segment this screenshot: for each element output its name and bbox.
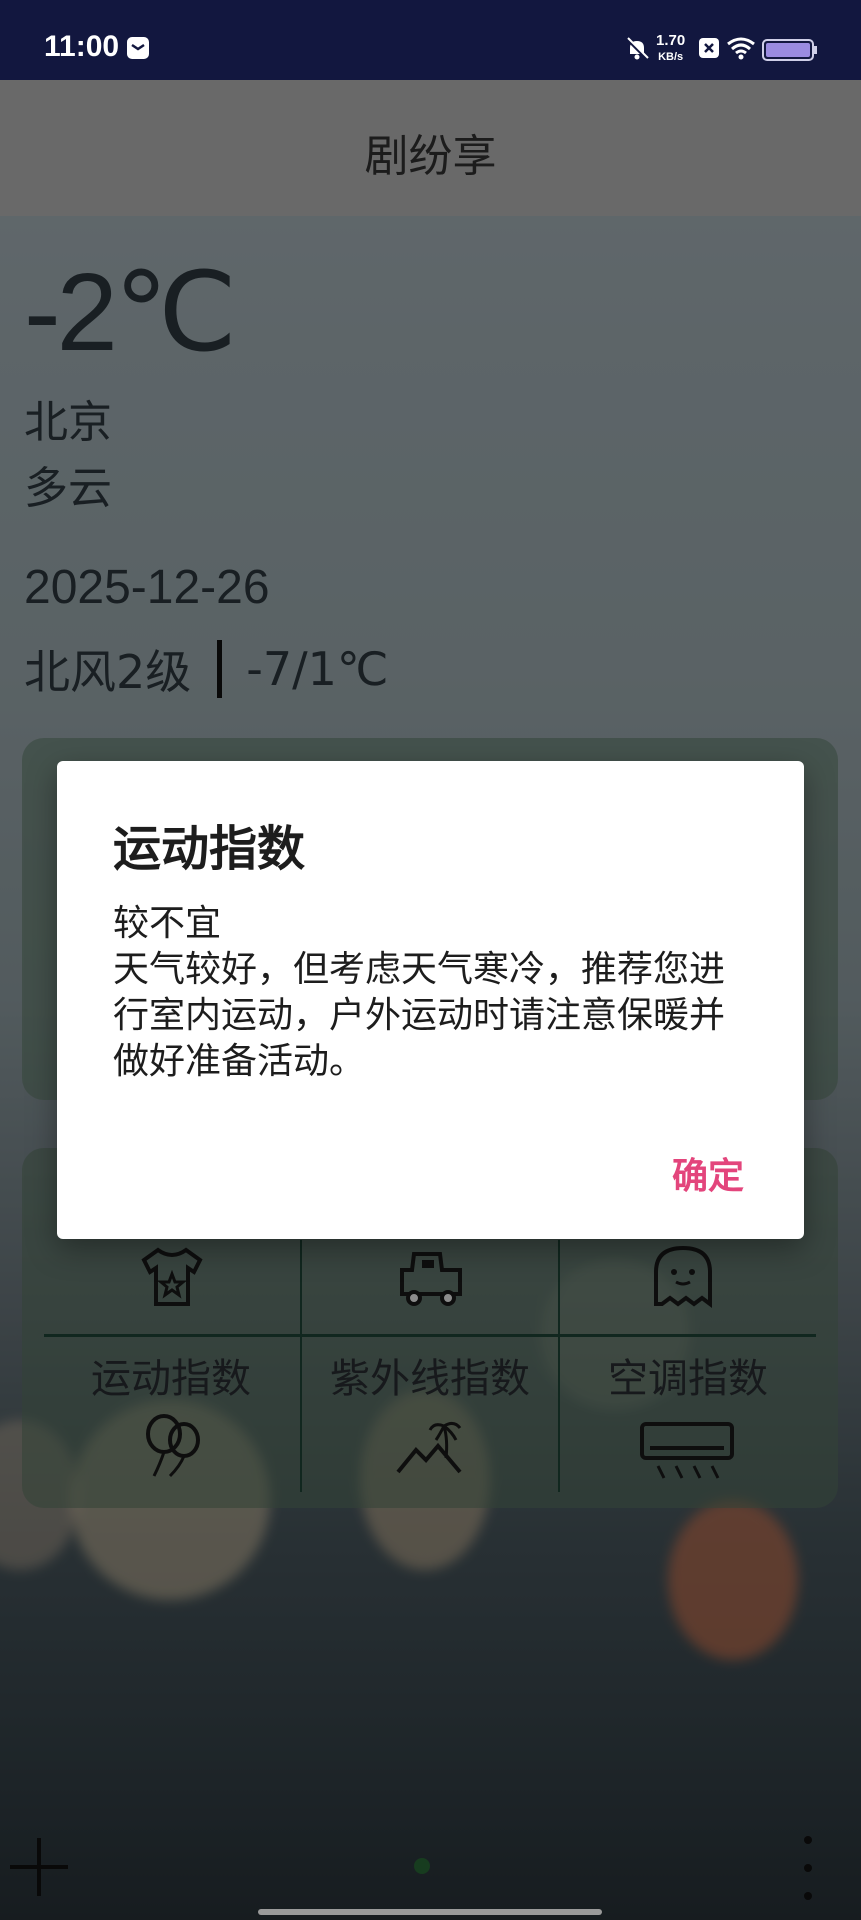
gesture-home-bar[interactable]: [258, 1909, 602, 1915]
app-notification-icon: [698, 36, 720, 64]
mute-bell-icon: [624, 36, 650, 66]
mail-notification-icon: [126, 36, 150, 64]
battery-icon: [762, 38, 818, 66]
dialog-level: 较不宜: [113, 903, 222, 944]
network-speed: 1.70 KB/s: [656, 33, 685, 65]
status-time: 11:00: [44, 30, 120, 63]
exercise-index-dialog: 运动指数 较不宜 天气较好，但考虑天气寒冷，推荐您进行室内运动，户外运动时请注意…: [57, 761, 804, 1239]
network-speed-unit: KB/s: [658, 51, 684, 63]
network-speed-value: 1.70: [656, 32, 686, 49]
confirm-button[interactable]: 确定: [672, 1147, 744, 1199]
dialog-title: 运动指数: [113, 821, 306, 877]
dialog-description: 天气较好，但考虑天气寒冷，推荐您进行室内运动，户外运动时请注意保暖并做好准备活动…: [113, 949, 726, 1082]
dialog-message: 较不宜 天气较好，但考虑天气寒冷，推荐您进行室内运动，户外运动时请注意保暖并做好…: [113, 901, 733, 1085]
status-bar: 11:00 1.70 KB/s: [0, 0, 861, 80]
wifi-icon: [726, 36, 756, 64]
